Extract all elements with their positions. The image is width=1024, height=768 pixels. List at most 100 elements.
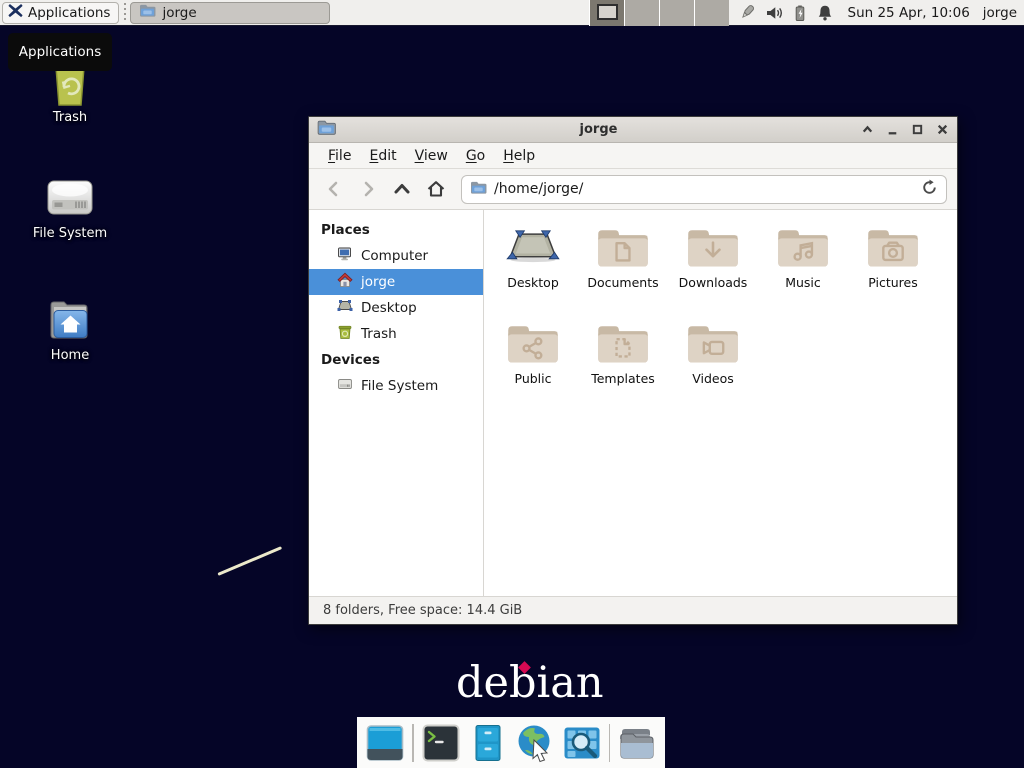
folder-window-icon xyxy=(139,3,156,22)
file-item-music[interactable]: Music xyxy=(758,224,848,320)
desktop-icon-label: File System xyxy=(18,226,122,241)
terminal-launcher[interactable] xyxy=(421,722,461,764)
sidebar-item-label: File System xyxy=(361,378,438,394)
folder-videos-icon xyxy=(668,320,758,366)
input-device-icon[interactable] xyxy=(738,3,758,22)
dock-separator xyxy=(412,724,414,762)
xfce-applications-icon xyxy=(8,3,23,22)
back-button[interactable] xyxy=(319,174,349,204)
desktop-icon-label: Home xyxy=(18,348,122,363)
folder-downloads-icon xyxy=(668,224,758,270)
home-button[interactable] xyxy=(421,174,451,204)
panel-handle[interactable] xyxy=(121,3,128,23)
sidebar-item-desktop[interactable]: Desktop xyxy=(309,295,483,321)
hard-drive-icon xyxy=(18,174,122,222)
file-item-label: Templates xyxy=(578,371,668,386)
sidebar-item-label: Desktop xyxy=(361,300,417,316)
window-folder-icon xyxy=(317,119,336,140)
dock-separator xyxy=(609,724,611,762)
desktop-icon xyxy=(337,298,353,318)
top-panel: Applications jorge Sun 25 Apr, 10:06 jor… xyxy=(0,0,1024,26)
applications-menu-button[interactable]: Applications xyxy=(2,2,119,24)
menu-go[interactable]: Go xyxy=(457,145,494,167)
computer-icon xyxy=(337,246,353,266)
path-folder-icon xyxy=(470,180,487,199)
shade-button[interactable] xyxy=(861,123,874,136)
minimize-button[interactable] xyxy=(886,123,899,136)
sidebar-item-label: Computer xyxy=(361,248,428,264)
applications-tooltip: Applications xyxy=(8,33,112,71)
file-item-label: Music xyxy=(758,275,848,290)
sidebar-item-label: Trash xyxy=(361,326,397,342)
workspace-1[interactable] xyxy=(589,0,624,26)
sidebar-places-header: Places xyxy=(309,217,483,243)
desktop-icon-home[interactable]: Home xyxy=(18,296,122,363)
desktop-icon-file-system[interactable]: File System xyxy=(18,174,122,241)
file-icon-view[interactable]: Desktop Documents Downloads Music xyxy=(484,210,957,596)
file-item-label: Documents xyxy=(578,275,668,290)
folder-music-icon xyxy=(758,224,848,270)
trash-icon xyxy=(337,324,353,344)
menu-edit[interactable]: Edit xyxy=(360,145,405,167)
panel-clock[interactable]: Sun 25 Apr, 10:06 xyxy=(848,5,970,21)
file-item-downloads[interactable]: Downloads xyxy=(668,224,758,320)
file-item-label: Public xyxy=(488,371,578,386)
workspace-2[interactable] xyxy=(624,0,659,26)
workspace-switcher[interactable] xyxy=(589,0,729,26)
menu-help[interactable]: Help xyxy=(494,145,544,167)
reload-icon[interactable] xyxy=(921,179,938,200)
workspace-4[interactable] xyxy=(694,0,729,26)
file-manager-window: jorge File Edit View Go Help /home/jorge… xyxy=(308,116,958,625)
menu-file[interactable]: File xyxy=(319,145,360,167)
file-item-label: Videos xyxy=(668,371,758,386)
path-bar[interactable]: /home/jorge/ xyxy=(461,175,947,204)
file-item-public[interactable]: Public xyxy=(488,320,578,416)
menubar: File Edit View Go Help xyxy=(309,143,957,169)
application-finder-launcher[interactable] xyxy=(562,722,602,764)
file-item-videos[interactable]: Videos xyxy=(668,320,758,416)
folder-templates-icon xyxy=(578,320,668,366)
workspace-window-preview xyxy=(597,4,618,20)
system-tray xyxy=(738,3,834,22)
tooltip-text: Applications xyxy=(19,44,101,60)
battery-charging-icon[interactable] xyxy=(791,4,809,22)
close-button[interactable] xyxy=(936,123,949,136)
forward-button[interactable] xyxy=(353,174,383,204)
file-item-templates[interactable]: Templates xyxy=(578,320,668,416)
file-item-desktop[interactable]: Desktop xyxy=(488,224,578,320)
show-desktop-button[interactable] xyxy=(365,722,405,764)
file-item-label: Downloads xyxy=(668,275,758,290)
web-browser-launcher[interactable] xyxy=(515,722,555,764)
directory-menu-launcher[interactable] xyxy=(617,722,657,764)
file-cabinet-launcher[interactable] xyxy=(468,722,508,764)
menu-view[interactable]: View xyxy=(406,145,457,167)
sidebar-item-jorge[interactable]: jorge xyxy=(309,269,483,295)
path-input[interactable]: /home/jorge/ xyxy=(494,181,914,197)
bottom-dock-panel xyxy=(357,717,665,768)
desktop-special-icon xyxy=(488,224,578,270)
window-title: jorge xyxy=(342,122,855,137)
sidebar-item-file-system[interactable]: File System xyxy=(309,373,483,399)
toolbar: /home/jorge/ xyxy=(309,169,957,210)
workspace-3[interactable] xyxy=(659,0,694,26)
sidebar-devices-header: Devices xyxy=(309,347,483,373)
home-folder-icon xyxy=(18,296,122,344)
applications-menu-label: Applications xyxy=(28,5,110,21)
maximize-button[interactable] xyxy=(911,123,924,136)
desktop-icon-label: Trash xyxy=(18,110,122,125)
window-titlebar[interactable]: jorge xyxy=(309,117,957,143)
file-item-pictures[interactable]: Pictures xyxy=(848,224,938,320)
debian-wallpaper-logo: debian xyxy=(456,658,604,708)
panel-username[interactable]: jorge xyxy=(983,5,1017,21)
statusbar: 8 folders, Free space: 14.4 GiB xyxy=(309,596,957,624)
sidebar-item-computer[interactable]: Computer xyxy=(309,243,483,269)
up-button[interactable] xyxy=(387,174,417,204)
sidebar-item-trash[interactable]: Trash xyxy=(309,321,483,347)
volume-icon[interactable] xyxy=(765,4,784,22)
drive-icon xyxy=(337,376,353,396)
taskbar-window-button[interactable]: jorge xyxy=(130,2,330,24)
file-item-label: Desktop xyxy=(488,275,578,290)
notifications-bell-icon[interactable] xyxy=(816,4,834,22)
folder-public-icon xyxy=(488,320,578,366)
file-item-documents[interactable]: Documents xyxy=(578,224,668,320)
